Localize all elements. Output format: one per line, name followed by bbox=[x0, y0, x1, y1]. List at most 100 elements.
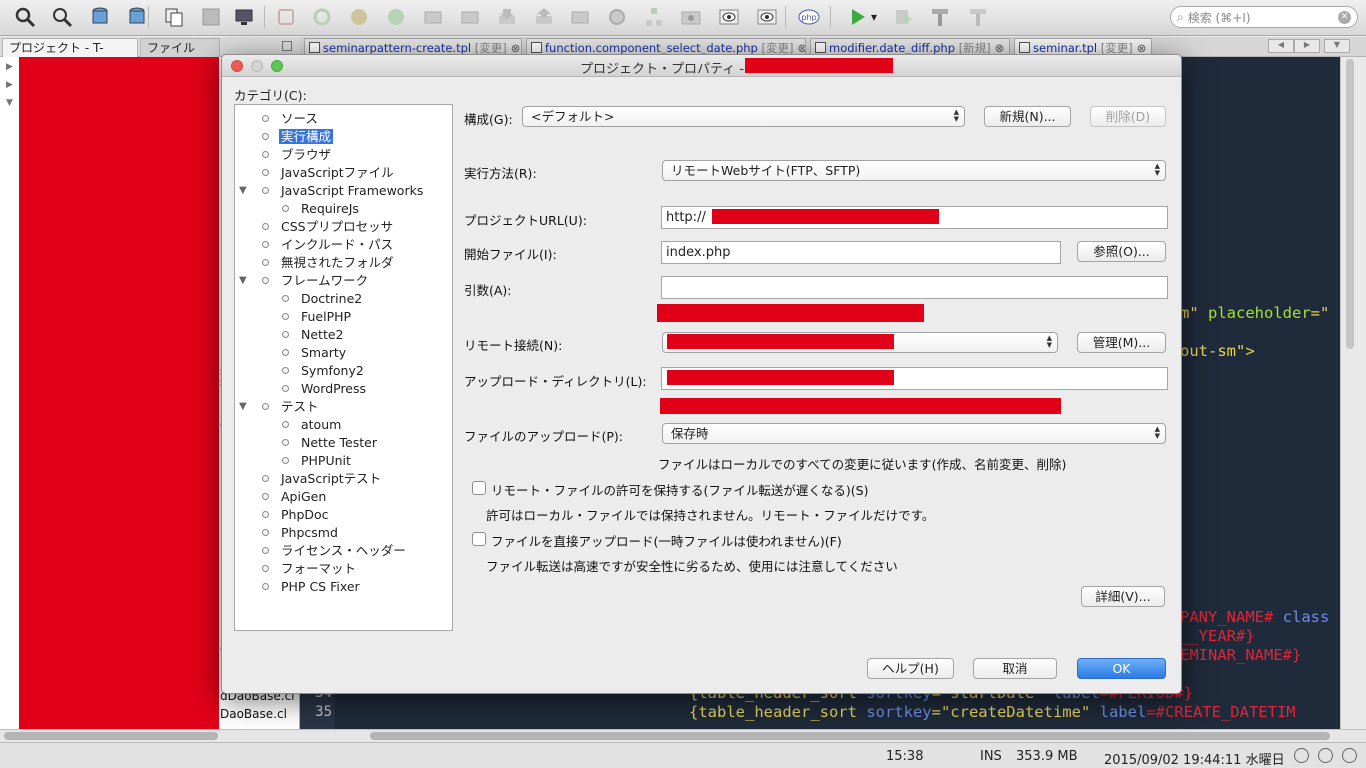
expand-arrow-icon[interactable]: ▶ bbox=[6, 62, 13, 72]
help-button[interactable]: ヘルプ(H) bbox=[867, 658, 954, 679]
tab-files[interactable]: ファイル bbox=[140, 38, 220, 57]
minimize-panel-icon[interactable] bbox=[282, 41, 292, 51]
ok-button[interactable]: OK bbox=[1077, 658, 1166, 679]
copy-icon[interactable] bbox=[161, 5, 187, 29]
category-item[interactable]: ▼ JavaScript Frameworks bbox=[239, 182, 423, 200]
upload-files-select[interactable]: 保存時 ▲ ▼ bbox=[662, 423, 1166, 444]
database-icon[interactable] bbox=[87, 5, 113, 29]
notification-icon[interactable] bbox=[1318, 748, 1333, 763]
refresh-icon[interactable] bbox=[309, 5, 335, 29]
code-line[interactable]: __YEAR#} bbox=[1180, 627, 1340, 645]
zoom-icon[interactable] bbox=[49, 5, 75, 29]
code-line[interactable]: {table_header_sort sortkey="createDateti… bbox=[689, 703, 1340, 721]
category-item[interactable]: CSSプリプロセッサ bbox=[262, 218, 393, 236]
scrollbar-thumb[interactable] bbox=[1346, 59, 1354, 349]
minimize-window-button[interactable] bbox=[251, 60, 263, 72]
clear-search-icon[interactable]: ✕ bbox=[1338, 10, 1351, 24]
memory-usage[interactable]: 353.9 MB bbox=[1016, 749, 1077, 764]
monitor-icon[interactable] bbox=[231, 5, 257, 29]
tab-list-icon[interactable]: ▼ bbox=[1324, 39, 1350, 53]
play-icon[interactable] bbox=[383, 5, 409, 29]
category-item[interactable]: JavaScriptテスト bbox=[262, 470, 381, 488]
camera-icon[interactable] bbox=[678, 5, 704, 29]
hammer-icon[interactable] bbox=[927, 5, 953, 29]
category-item[interactable]: RequireJs bbox=[282, 200, 359, 218]
category-item[interactable]: ブラウザ bbox=[262, 146, 331, 164]
close-icon[interactable]: ⊗ bbox=[995, 41, 1005, 55]
download-icon[interactable] bbox=[494, 5, 520, 29]
run-dropdown-icon[interactable]: ▾ bbox=[868, 5, 880, 29]
tab-scroll-left-icon[interactable]: ◀ bbox=[1268, 39, 1294, 53]
category-item[interactable]: Phpcsmd bbox=[262, 524, 338, 542]
close-icon[interactable]: ⊗ bbox=[797, 41, 805, 55]
close-icon[interactable]: ⊗ bbox=[511, 41, 521, 55]
close-icon[interactable]: ⊗ bbox=[1137, 41, 1147, 55]
advanced-button[interactable]: 詳細(V)... bbox=[1081, 586, 1165, 607]
horizontal-scrollbar[interactable] bbox=[0, 729, 1366, 742]
expand-arrow-icon[interactable]: ▶ bbox=[6, 80, 13, 90]
category-item[interactable]: インクルード・パス bbox=[262, 236, 393, 254]
search-icon[interactable] bbox=[12, 5, 38, 29]
close-icon[interactable] bbox=[1342, 748, 1357, 763]
search-input[interactable]: ⌕ 検索 (⌘+I) ✕ bbox=[1170, 6, 1358, 28]
tree-node-label[interactable]: DaoBase.cl bbox=[220, 707, 287, 721]
scrollbar-thumb[interactable] bbox=[4, 732, 218, 740]
category-item[interactable]: WordPress bbox=[282, 380, 366, 398]
code-line[interactable]: out-sm"> bbox=[1180, 342, 1340, 360]
category-item[interactable]: 実行構成 bbox=[262, 128, 334, 146]
tab-projects[interactable]: プロジェクト - T-pro⊠ bbox=[2, 38, 138, 73]
category-item[interactable]: Nette2 bbox=[282, 326, 344, 344]
category-item[interactable]: Doctrine2 bbox=[282, 290, 362, 308]
manage-button[interactable]: 管理(M)... bbox=[1077, 332, 1166, 353]
square-icon[interactable] bbox=[198, 5, 224, 29]
php-icon[interactable]: php bbox=[796, 5, 822, 29]
category-item[interactable]: PHP CS Fixer bbox=[262, 578, 360, 596]
close-window-button[interactable] bbox=[231, 60, 243, 72]
scrollbar-thumb[interactable] bbox=[370, 732, 1330, 740]
build-icon[interactable] bbox=[965, 5, 991, 29]
preserve-permissions-checkbox[interactable] bbox=[472, 481, 486, 495]
collapse-arrow-icon[interactable]: ▼ bbox=[239, 272, 247, 290]
collapse-arrow-icon[interactable]: ▼ bbox=[239, 398, 247, 416]
category-item[interactable]: Smarty bbox=[282, 344, 346, 362]
folder-icon[interactable] bbox=[420, 5, 446, 29]
config-select[interactable]: <デフォルト> ▲ ▼ bbox=[522, 106, 965, 127]
category-item[interactable]: atoum bbox=[282, 416, 341, 434]
category-item[interactable]: ライセンス・ヘッダー bbox=[262, 542, 406, 560]
folder-icon[interactable] bbox=[457, 5, 483, 29]
category-tree[interactable]: ソース 実行構成 ブラウザ JavaScriptファイル ▼ JavaScript Fra… bbox=[234, 104, 453, 631]
category-item[interactable]: Nette Tester bbox=[282, 434, 377, 452]
category-item[interactable]: ApiGen bbox=[262, 488, 326, 506]
code-line[interactable]: PANY_NAME# class bbox=[1180, 608, 1340, 626]
category-item[interactable]: Symfony2 bbox=[282, 362, 364, 380]
eye-icon[interactable] bbox=[754, 5, 780, 29]
clock-icon[interactable] bbox=[1294, 748, 1309, 763]
preserve-permissions-label[interactable]: リモート・ファイルの許可を保持する(ファイル転送が遅くなる)(S) bbox=[491, 480, 868, 499]
category-item[interactable]: PhpDoc bbox=[262, 506, 329, 524]
category-item[interactable]: FuelPHP bbox=[282, 308, 351, 326]
upload-directly-label[interactable]: ファイルを直接アップロード(一時ファイルは使われません)(F) bbox=[491, 531, 842, 550]
pause-icon[interactable] bbox=[346, 5, 372, 29]
editor-vertical-scrollbar[interactable] bbox=[1340, 57, 1366, 740]
category-item[interactable]: フォーマット bbox=[262, 560, 356, 578]
delete-config-button[interactable]: 削除(D) bbox=[1090, 106, 1166, 127]
collapse-arrow-icon[interactable]: ▼ bbox=[239, 182, 247, 200]
upload-directly-checkbox[interactable] bbox=[472, 532, 486, 546]
category-item[interactable]: 無視されたフォルダ bbox=[262, 254, 394, 272]
tab-scroll-right-icon[interactable]: ▶ bbox=[1294, 39, 1320, 53]
folder-icon[interactable] bbox=[567, 5, 593, 29]
browse-button[interactable]: 参照(O)... bbox=[1077, 241, 1166, 262]
stop-icon[interactable] bbox=[273, 5, 299, 29]
category-item[interactable]: PHPUnit bbox=[282, 452, 351, 470]
run-as-select[interactable]: リモートWebサイト(FTP、SFTP) ▲ ▼ bbox=[662, 160, 1166, 181]
collapse-arrow-icon[interactable]: ▼ bbox=[6, 98, 13, 108]
index-file-field[interactable]: index.php bbox=[661, 241, 1061, 264]
upload-icon[interactable] bbox=[531, 5, 557, 29]
category-item[interactable]: ソース bbox=[262, 110, 318, 128]
cancel-button[interactable]: 取消 bbox=[973, 658, 1057, 679]
zoom-window-button[interactable] bbox=[271, 60, 283, 72]
gear-icon[interactable] bbox=[604, 5, 630, 29]
tree-icon[interactable] bbox=[641, 5, 667, 29]
category-item[interactable]: ▼ フレームワーク bbox=[239, 272, 368, 290]
code-line[interactable]: m" placeholder=" bbox=[1180, 304, 1340, 322]
